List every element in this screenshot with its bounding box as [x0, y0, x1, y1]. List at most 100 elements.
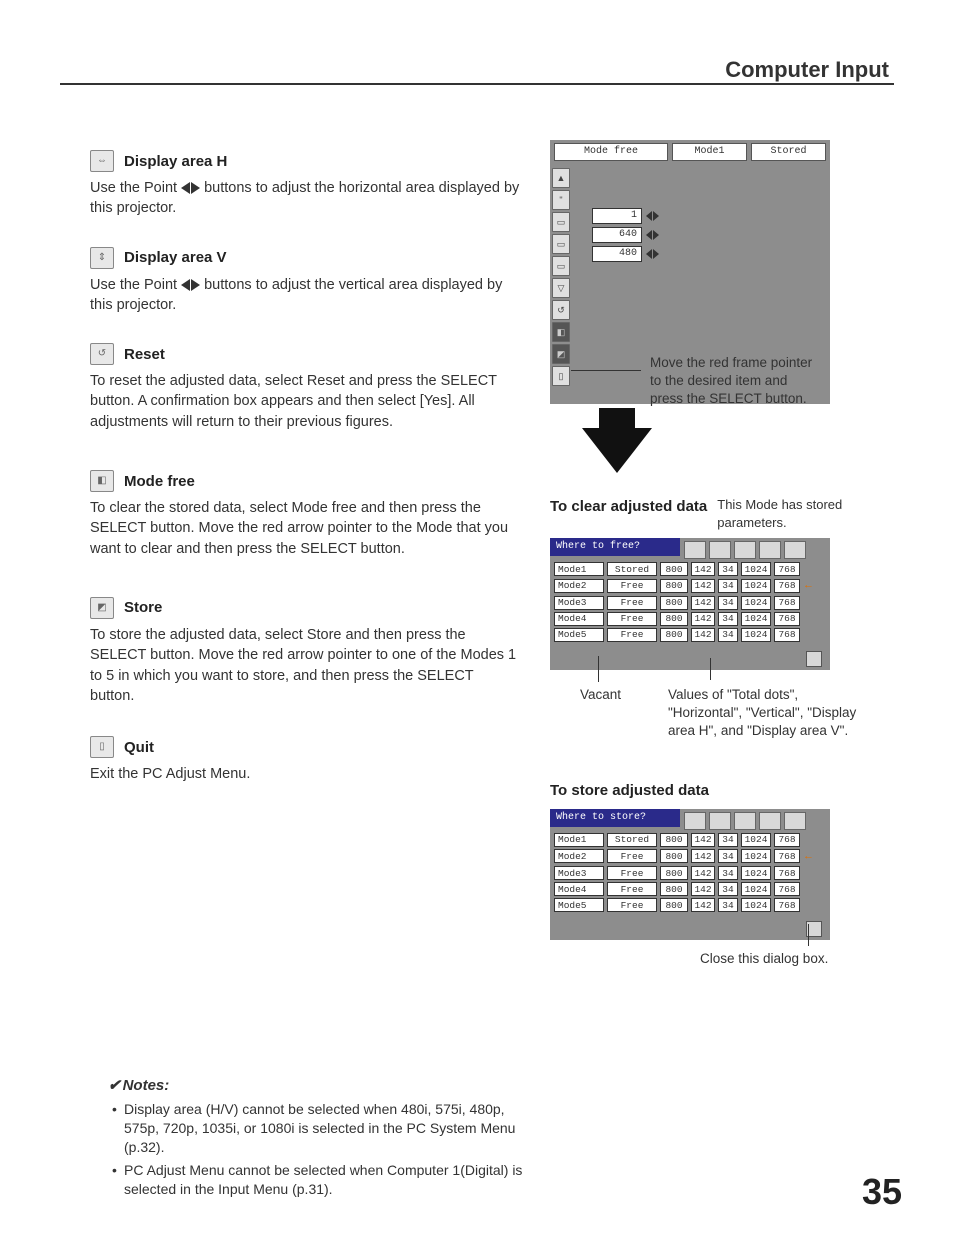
selection-arrow-icon: ←: [803, 849, 814, 864]
col-icon: [759, 812, 781, 830]
cell: 800: [660, 866, 688, 880]
col-icon: [709, 541, 731, 559]
cell: 768: [774, 882, 800, 896]
cell: 142: [691, 612, 715, 626]
value-row: 480: [592, 246, 826, 262]
cell: 34: [718, 849, 738, 863]
cell: 800: [660, 628, 688, 642]
cell: 34: [718, 612, 738, 626]
cell: 1024: [741, 882, 771, 896]
col-icon: [784, 541, 806, 559]
cell: 768: [774, 898, 800, 912]
cell: Free: [607, 628, 657, 642]
cell: Free: [607, 612, 657, 626]
table-row: Mode3Free800142341024768: [554, 596, 826, 610]
cell: 34: [718, 579, 738, 593]
vacant-label: Vacant: [580, 686, 621, 704]
body-text: To clear the stored data, select Mode fr…: [90, 498, 520, 559]
side-icons: ▲ " ▭ ▭ ▭ ▽ ↺ ◧ ◩ ▯: [550, 164, 572, 404]
cell: 142: [691, 833, 715, 847]
menu-hint: Move the red frame pointer to the desire…: [650, 354, 820, 409]
up-arrow-icon: ▲: [552, 168, 570, 188]
store-menu-icon: ◩: [552, 344, 570, 364]
cell: 34: [718, 882, 738, 896]
quit-icon: ▯: [90, 736, 114, 758]
cell: 768: [774, 562, 800, 576]
adjust-arrows-icon: [646, 249, 659, 259]
cell: 1024: [741, 612, 771, 626]
body-text: To reset the adjusted data, select Reset…: [90, 371, 520, 432]
cell: Free: [607, 866, 657, 880]
heading: Display area V: [124, 247, 227, 268]
cell: 34: [718, 833, 738, 847]
cell: 768: [774, 866, 800, 880]
cell: Mode1: [554, 833, 604, 847]
free-table: Where to free? Mode1Stored80014234102476…: [550, 538, 830, 669]
heading: Display area H: [124, 151, 227, 172]
menu-icon: ▭: [552, 234, 570, 254]
heading: Quit: [124, 737, 154, 758]
leader: [808, 924, 809, 946]
cell: 142: [691, 898, 715, 912]
table-row: Mode1Stored800142341024768: [554, 833, 826, 847]
notes-block: Notes: Display area (H/V) cannot be sele…: [108, 1075, 528, 1202]
big-down-arrow: [582, 408, 652, 473]
cell: 1024: [741, 628, 771, 642]
col-icon: [734, 541, 756, 559]
reset-icon: ↺: [90, 343, 114, 365]
menu-body: 1 640 480 Move the red frame pointer to …: [572, 164, 830, 404]
adjust-arrows-icon: [646, 230, 659, 240]
menu-mode-label: Mode free: [554, 143, 668, 161]
cell: 142: [691, 579, 715, 593]
table-row: Mode2Free800142341024768←: [554, 849, 826, 864]
cell: Stored: [607, 562, 657, 576]
cell: 1024: [741, 562, 771, 576]
table-header-icons: [680, 538, 810, 562]
table-footer: [550, 648, 830, 670]
cell: 800: [660, 612, 688, 626]
leader: [598, 656, 599, 682]
reset-menu-icon: ↺: [552, 300, 570, 320]
cell: 142: [691, 562, 715, 576]
cell: 768: [774, 849, 800, 863]
display-h-menu-icon: ": [552, 190, 570, 210]
cell: 800: [660, 898, 688, 912]
close-label: Close this dialog box.: [700, 950, 828, 968]
cell: Free: [607, 579, 657, 593]
col-icon: [759, 541, 781, 559]
cell: Mode5: [554, 898, 604, 912]
section-mode-free: ◧ Mode free To clear the stored data, se…: [90, 470, 520, 559]
value-480: 480: [592, 246, 642, 262]
table-title: Where to store?: [550, 809, 680, 827]
quit-dialog-icon: [806, 651, 822, 667]
cell: 800: [660, 596, 688, 610]
section-store: ◩ Store To store the adjusted data, sele…: [90, 597, 520, 706]
value-row: 1: [592, 208, 826, 224]
quit-menu-icon: ▯: [552, 366, 570, 386]
clear-heading: To clear adjusted data: [550, 496, 707, 517]
note-item: Display area (H/V) cannot be selected wh…: [112, 1100, 528, 1157]
value-1: 1: [592, 208, 642, 224]
selection-arrow-icon: ←: [803, 578, 814, 593]
values-label: Values of "Total dots", "Horizontal", "V…: [668, 686, 868, 741]
cell: 34: [718, 866, 738, 880]
menu-stored: Stored: [751, 143, 826, 161]
table-header-icons: [680, 809, 810, 833]
value-640: 640: [592, 227, 642, 243]
adjust-arrows-icon: [646, 211, 659, 221]
cell: Mode2: [554, 849, 604, 863]
store-rows: Mode1Stored800142341024768Mode2Free80014…: [550, 833, 830, 918]
section-display-area-v: ⇕ Display area V Use the Point buttons t…: [90, 247, 520, 316]
display-v-icon: ⇕: [90, 247, 114, 269]
menu-icon: ▭: [552, 256, 570, 276]
clear-section: To clear adjusted data This Mode has sto…: [550, 496, 890, 670]
heading: Mode free: [124, 471, 195, 492]
store-heading: To store adjusted data: [550, 780, 890, 801]
leader: [710, 658, 711, 680]
down-arrow-icon: ▽: [552, 278, 570, 298]
cell: 1024: [741, 866, 771, 880]
cell: 800: [660, 882, 688, 896]
menu-header: Mode free Mode1 Stored: [550, 140, 830, 164]
cell: Free: [607, 898, 657, 912]
cell: 1024: [741, 579, 771, 593]
